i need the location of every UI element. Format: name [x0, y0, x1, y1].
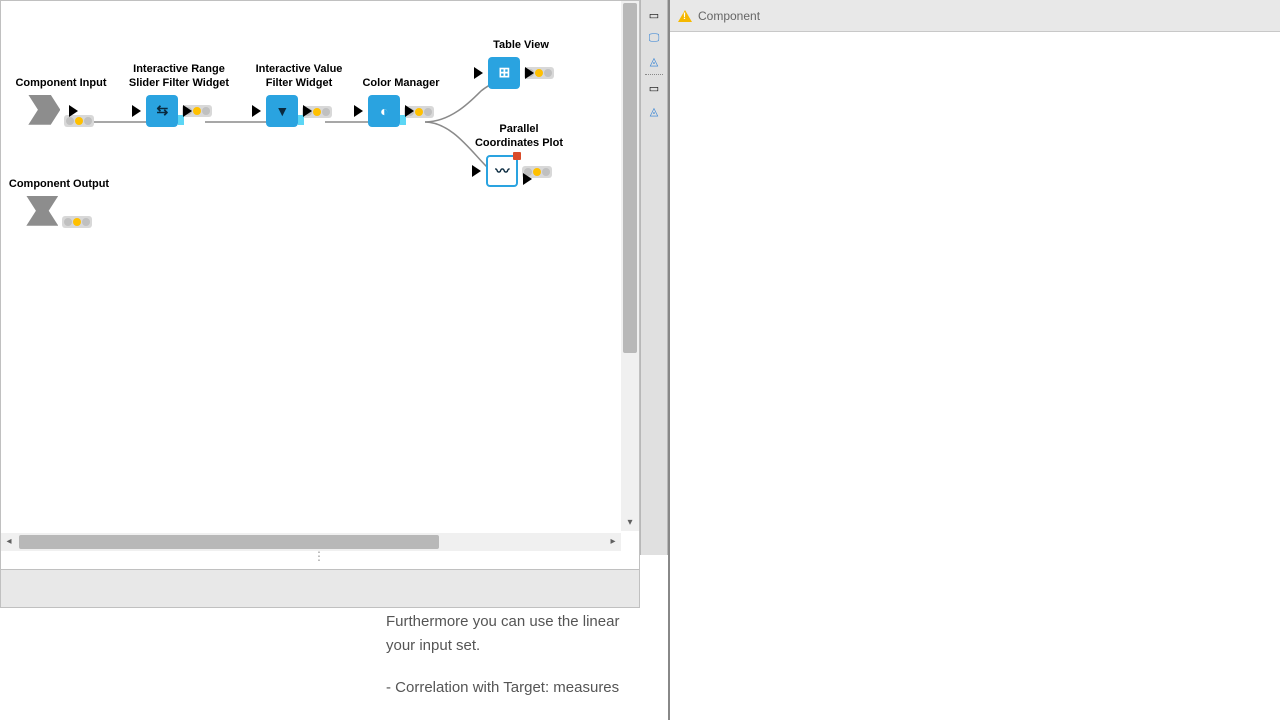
triangle-info-icon[interactable]: ◬: [644, 51, 664, 71]
input-port-icon[interactable]: [252, 105, 261, 117]
output-port-icon[interactable]: [405, 105, 414, 117]
scroll-down-icon[interactable]: ▾: [624, 517, 636, 529]
side-toolbar: ▭ 🖵 ◬ ▭ ◬: [640, 0, 668, 555]
node-range-slider-filter[interactable]: Interactive Range Slider Filter Widget ⇆: [124, 63, 234, 127]
input-port-icon[interactable]: [472, 165, 481, 177]
node-label: Component Input: [6, 77, 116, 91]
window-icon[interactable]: ▭: [644, 5, 664, 25]
node-label: Table View: [466, 39, 576, 53]
right-panel-title: Component: [698, 9, 760, 23]
monitor-icon[interactable]: 🖵: [644, 28, 664, 48]
resize-handle-icon[interactable]: ⋮: [313, 549, 327, 563]
node-parallel-coordinates[interactable]: Parallel Coordinates Plot 〰: [464, 123, 574, 187]
input-port-icon[interactable]: [474, 67, 483, 79]
node-table-view[interactable]: Table View ⊞: [466, 39, 576, 89]
output-port-icon[interactable]: [303, 105, 312, 117]
triangle-help-icon[interactable]: ◬: [644, 101, 664, 121]
right-panel-header: Component: [670, 0, 1280, 32]
description-line: Furthermore you can use the linear: [386, 610, 666, 634]
table-view-icon: ⊞: [488, 57, 520, 89]
slider-filter-icon: ⇆: [146, 95, 178, 127]
node-component-input[interactable]: Component Input: [6, 77, 116, 128]
description-text: Furthermore you can use the linear your …: [386, 610, 666, 700]
description-line: your input set.: [386, 634, 666, 658]
scrollbar-thumb[interactable]: [19, 535, 439, 549]
node-label: Parallel Coordinates Plot: [464, 123, 574, 151]
input-port-icon[interactable]: [132, 105, 141, 117]
window-icon[interactable]: ▭: [644, 78, 664, 98]
value-filter-icon: ▼: [266, 95, 298, 127]
output-port-icon[interactable]: [523, 173, 532, 185]
node-color-manager[interactable]: Color Manager ◐: [346, 77, 456, 127]
status-traffic-light: [62, 216, 92, 228]
parallel-plot-icon: 〰: [486, 155, 518, 187]
component-input-icon: [28, 95, 60, 125]
input-port-icon[interactable]: [354, 105, 363, 117]
editor-footer: [1, 569, 639, 607]
output-port-icon[interactable]: [525, 67, 534, 79]
node-label: Interactive Value Filter Widget: [244, 63, 354, 91]
workflow-editor: Component Input Interactive Range Slider…: [0, 0, 640, 608]
scroll-left-icon[interactable]: ◂: [3, 536, 15, 548]
badge-icon: [513, 152, 521, 160]
component-output-icon: [26, 196, 58, 226]
output-port-icon[interactable]: [183, 105, 192, 117]
node-value-filter[interactable]: Interactive Value Filter Widget ▼: [244, 63, 354, 127]
scrollbar-thumb[interactable]: [623, 3, 637, 353]
node-label: Interactive Range Slider Filter Widget: [124, 63, 234, 91]
warning-icon: [678, 10, 692, 22]
node-label: Component Output: [4, 178, 114, 192]
node-label: Color Manager: [346, 77, 456, 91]
workflow-canvas[interactable]: Component Input Interactive Range Slider…: [1, 1, 621, 531]
vertical-scrollbar[interactable]: ▾: [621, 1, 639, 531]
color-manager-icon: ◐: [368, 95, 400, 127]
status-traffic-light: [64, 115, 94, 127]
horizontal-scrollbar[interactable]: ◂ ▸: [1, 533, 621, 551]
description-line: - Correlation with Target: measures: [386, 676, 666, 700]
scroll-right-icon[interactable]: ▸: [607, 536, 619, 548]
right-panel: Component: [668, 0, 1280, 720]
separator: [645, 74, 663, 75]
output-port-icon[interactable]: [69, 105, 78, 117]
node-component-output[interactable]: Component Output: [4, 178, 114, 229]
